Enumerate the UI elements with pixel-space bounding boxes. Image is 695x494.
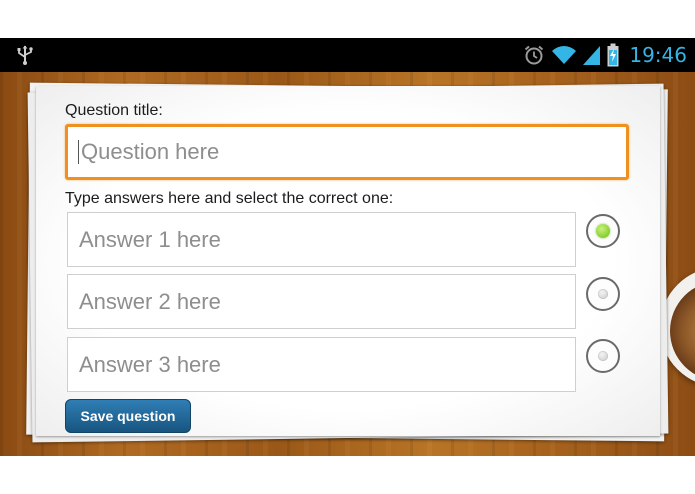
- question-title-label: Question title:: [65, 102, 163, 119]
- status-bar: 19:46: [0, 38, 695, 72]
- save-question-button[interactable]: Save question: [65, 399, 191, 433]
- answer-1-input[interactable]: Answer 1 here: [67, 212, 576, 267]
- answer-2-radio[interactable]: [586, 277, 620, 311]
- clock-time: 19:46: [629, 43, 687, 67]
- answer-1-radio[interactable]: [586, 214, 620, 248]
- question-placeholder: Question here: [81, 139, 220, 164]
- answer-1-placeholder: Answer 1 here: [79, 226, 221, 252]
- alarm-icon: [525, 45, 544, 65]
- radio-selected-dot: [596, 224, 610, 238]
- usb-icon: [17, 45, 33, 65]
- signal-icon: [583, 46, 601, 65]
- radio-unselected-dot: [598, 289, 608, 299]
- answer-3-radio[interactable]: [586, 339, 620, 373]
- wifi-icon: [552, 46, 577, 64]
- question-title-input[interactable]: Question here: [65, 124, 629, 180]
- answer-2-placeholder: Answer 2 here: [79, 288, 221, 314]
- answers-instruction-label: Type answers here and select the correct…: [65, 190, 394, 207]
- status-icons: 19:46: [523, 41, 687, 69]
- radio-unselected-dot: [598, 351, 608, 361]
- answer-3-placeholder: Answer 3 here: [79, 351, 221, 377]
- text-caret: [78, 140, 79, 164]
- answer-3-input[interactable]: Answer 3 here: [67, 337, 576, 392]
- bottom-bar: [0, 456, 695, 494]
- answer-2-input[interactable]: Answer 2 here: [67, 274, 576, 329]
- battery-charging-icon: [607, 43, 619, 67]
